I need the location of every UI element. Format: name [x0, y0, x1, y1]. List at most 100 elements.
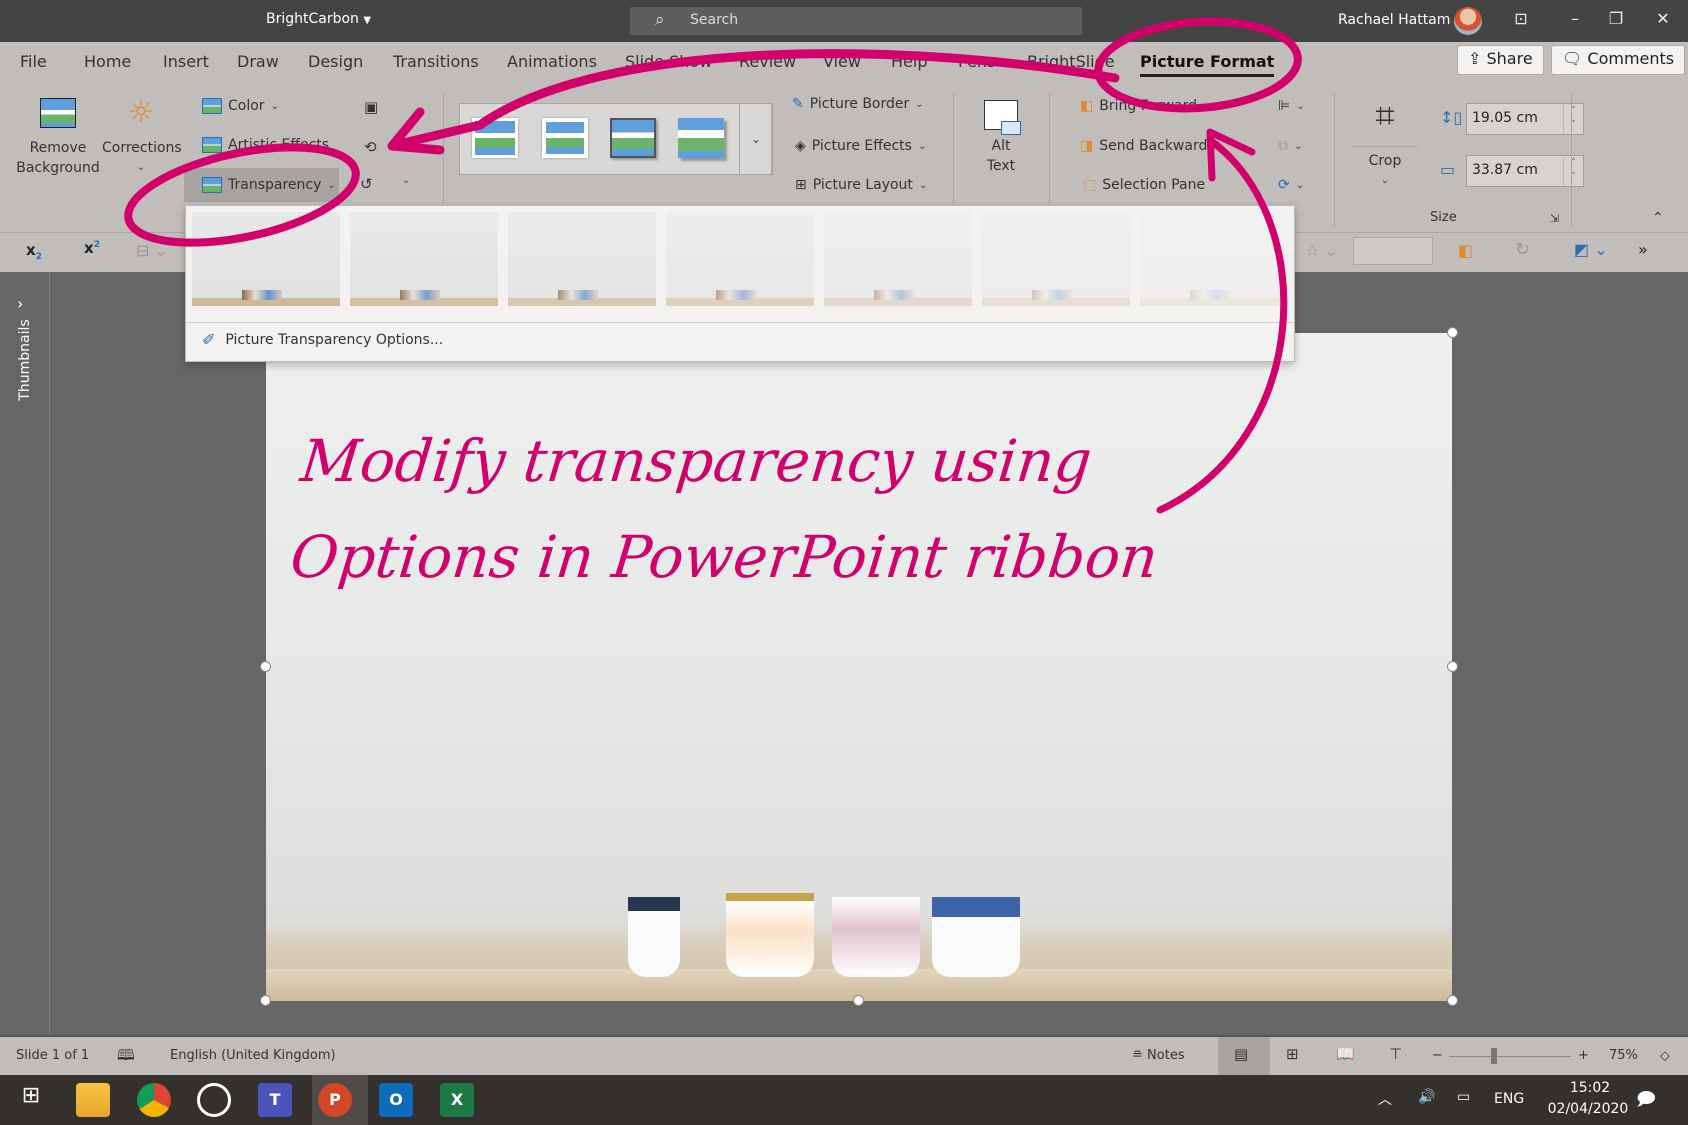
alt-text-button[interactable]: Alt Text	[963, 100, 1039, 176]
tab-picture-format[interactable]: Picture Format	[1140, 52, 1275, 77]
slideshow-icon[interactable]: ⊤	[1389, 1045, 1402, 1063]
gallery-more-button[interactable]: ⌄	[739, 103, 773, 175]
tab-pens[interactable]: Pens	[958, 52, 995, 71]
reset-picture-dropdown[interactable]: ⌄	[402, 175, 410, 186]
file-explorer-icon[interactable]	[76, 1083, 110, 1117]
transparency-preset-65[interactable]	[824, 212, 972, 306]
resize-handle[interactable]	[260, 661, 271, 672]
color-button[interactable]: Color ⌄	[202, 98, 279, 114]
notes-button[interactable]: ≘ Notes	[1132, 1048, 1185, 1063]
tab-review[interactable]: Review	[739, 52, 796, 71]
transparency-preset-95[interactable]	[1140, 212, 1288, 306]
accessibility-checker-icon[interactable]: 🕮	[117, 1045, 135, 1070]
corrections-button[interactable]: ☼ Corrections ⌄	[102, 98, 182, 178]
height-spinner[interactable]: ˄ ˅	[1563, 104, 1583, 134]
fit-to-window-icon[interactable]: ⬦	[1660, 1048, 1670, 1064]
superscript-icon[interactable]: x2	[84, 239, 100, 257]
transparency-preset-0[interactable]	[192, 212, 340, 306]
clock-time[interactable]: 15:02	[1560, 1080, 1620, 1096]
search-box[interactable]: ⌕ Search	[630, 7, 1082, 35]
align-button[interactable]: ⊫ ⌄	[1278, 98, 1305, 114]
comments-button[interactable]: 🗨 Comments	[1551, 45, 1686, 75]
artistic-effects-button[interactable]: Artistic Effects	[202, 137, 329, 153]
picture-style-2[interactable]	[542, 118, 588, 158]
picture-effects-button[interactable]: ◈ Picture Effects ⌄	[795, 138, 926, 154]
selection-pane-mini-icon[interactable]: ◧	[1458, 241, 1473, 260]
input-language[interactable]: ENG	[1494, 1091, 1524, 1107]
picture-transparency-options-item[interactable]: ✐ Picture Transparency Options...	[202, 330, 443, 349]
resize-handle[interactable]	[1447, 661, 1458, 672]
subscript-icon[interactable]: x2	[26, 241, 42, 262]
change-picture-icon[interactable]: ⟲	[364, 138, 377, 156]
zoom-out-icon[interactable]: −	[1432, 1048, 1443, 1063]
tab-slide-show[interactable]: Slide Show	[625, 52, 712, 71]
close-icon[interactable]: ✕	[1648, 9, 1678, 28]
resize-handle[interactable]	[1447, 995, 1458, 1006]
windows-start-icon[interactable]: ⊞	[14, 1083, 48, 1117]
slide-sorter-icon[interactable]: ⊞	[1286, 1045, 1299, 1063]
slide-picture[interactable]: Modify transparency using Options in Pow…	[266, 333, 1452, 1001]
user-name[interactable]: Rachael Hattam	[1338, 12, 1450, 28]
selection-pane-button[interactable]: ⬚ Selection Pane	[1083, 177, 1205, 193]
bring-forward-button[interactable]: ◧ Bring Forward	[1080, 98, 1197, 114]
minimize-icon[interactable]: –	[1560, 9, 1590, 28]
tab-draw[interactable]: Draw	[237, 52, 279, 71]
tab-home[interactable]: Home	[84, 52, 131, 71]
teams-icon[interactable]: T	[258, 1083, 292, 1117]
mini-input[interactable]	[1353, 237, 1433, 265]
zoom-slider[interactable]	[1449, 1056, 1571, 1057]
remove-background-button[interactable]: Remove Background	[14, 98, 102, 178]
animation-icon[interactable]: ☆ ⌄	[1305, 241, 1338, 260]
compress-pictures-icon[interactable]: ▣	[364, 98, 378, 116]
language-indicator[interactable]: English (United Kingdom)	[170, 1048, 336, 1063]
size-dialog-launcher-icon[interactable]: ⇲	[1550, 212, 1559, 225]
reading-view-icon[interactable]: 📖	[1336, 1045, 1355, 1063]
restore-icon[interactable]: ❐	[1601, 9, 1631, 28]
reset-picture-icon[interactable]: ↺	[360, 175, 373, 193]
redo-icon[interactable]: ↻	[1515, 239, 1530, 260]
show-hidden-icons[interactable]: ︿	[1378, 1089, 1392, 1109]
powerpoint-icon[interactable]: P	[318, 1083, 352, 1117]
tab-view[interactable]: View	[823, 52, 861, 71]
tab-file[interactable]: File	[20, 52, 47, 71]
normal-view-button[interactable]: ▤	[1218, 1037, 1270, 1075]
width-spinner[interactable]: ˄ ˅	[1563, 156, 1583, 186]
send-backward-button[interactable]: ◨ Send Backward	[1080, 138, 1207, 154]
thumbnails-pane[interactable]: › Thumbnails	[0, 272, 50, 1035]
more-options-icon[interactable]: »	[1638, 240, 1648, 259]
transparency-preset-15[interactable]	[350, 212, 498, 306]
rotate-button[interactable]: ⟳ ⌄	[1278, 177, 1304, 193]
picture-style-1[interactable]	[472, 118, 518, 158]
zoom-slider-thumb[interactable]	[1491, 1048, 1498, 1064]
picture-style-3[interactable]	[610, 118, 656, 158]
excel-icon[interactable]: X	[440, 1083, 474, 1117]
picture-style-4[interactable]	[678, 118, 724, 158]
width-field[interactable]: 33.87 cm ˄ ˅	[1466, 155, 1584, 187]
resize-handle[interactable]	[853, 995, 864, 1006]
document-title[interactable]: BrightCarbon ▼	[266, 11, 371, 27]
collapse-ribbon-icon[interactable]: ⌃	[1652, 210, 1664, 226]
picture-layout-button[interactable]: ⊞ Picture Layout ⌄	[795, 177, 927, 193]
tab-brightslide[interactable]: BrightSlide	[1027, 52, 1115, 71]
transparency-preset-80[interactable]	[982, 212, 1130, 306]
crop-button[interactable]: ⌗ Crop ⌄	[1348, 96, 1422, 191]
height-field[interactable]: 19.05 cm ˄ ˅	[1466, 103, 1584, 135]
slide-counter[interactable]: Slide 1 of 1	[16, 1048, 89, 1063]
chrome-icon[interactable]	[137, 1083, 171, 1117]
share-button[interactable]: ⇪ Share	[1457, 45, 1544, 75]
shape-fill-icon[interactable]: ◩ ⌄	[1574, 240, 1608, 259]
spacing-icon[interactable]: ⊟ ⌄	[136, 241, 168, 260]
zoom-in-icon[interactable]: +	[1578, 1048, 1589, 1063]
tab-animations[interactable]: Animations	[507, 52, 597, 71]
zoom-level[interactable]: 75%	[1609, 1048, 1638, 1063]
picture-border-button[interactable]: ✎ Picture Border ⌄	[792, 96, 924, 112]
tab-design[interactable]: Design	[308, 52, 363, 71]
resize-handle[interactable]	[260, 995, 271, 1006]
battery-icon[interactable]: ▭	[1457, 1089, 1470, 1105]
transparency-button[interactable]: Transparency ⌄	[184, 168, 339, 202]
outlook-icon[interactable]: O	[379, 1083, 413, 1117]
tab-help[interactable]: Help	[891, 52, 927, 71]
transparency-preset-30[interactable]	[508, 212, 656, 306]
transparency-preset-50[interactable]	[666, 212, 814, 306]
ribbon-display-options-icon[interactable]: ⊡	[1506, 9, 1536, 28]
